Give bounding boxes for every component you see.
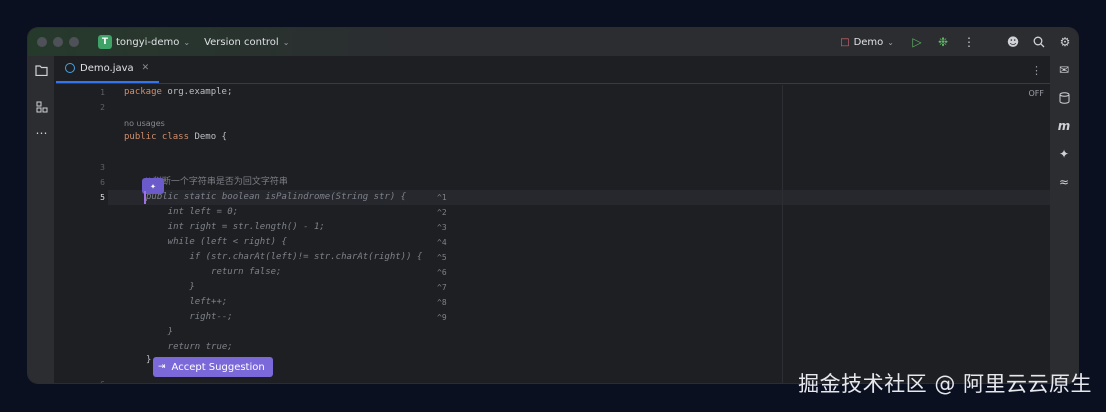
- tab-key-icon: ⇥: [158, 362, 166, 372]
- line-number: 2: [100, 103, 105, 112]
- chevron-down-icon[interactable]: ⌄: [183, 38, 190, 47]
- suggestion-shortcut: ^6: [437, 268, 447, 277]
- editor-tab-bar: Demo.java ✕ ⋮: [56, 56, 1050, 84]
- settings-gear-icon[interactable]: ⚙: [1052, 28, 1078, 56]
- title-bar: T tongyi-demo ⌄ Version control ⌄ □ Demo…: [28, 28, 1078, 56]
- project-switcher[interactable]: tongyi-demo: [116, 37, 179, 48]
- version-control-menu[interactable]: Version control: [204, 37, 279, 48]
- ide-window: T tongyi-demo ⌄ Version control ⌄ □ Demo…: [28, 28, 1078, 383]
- suggestion-shortcut: ^2: [437, 208, 447, 217]
- profiler-icon[interactable]: ≈: [1056, 174, 1072, 190]
- suggestion-line: return false;: [146, 267, 282, 277]
- run-icon[interactable]: ▷: [904, 28, 930, 56]
- text-caret: [144, 191, 146, 204]
- line-number-active: 5: [100, 193, 105, 202]
- suggestion-line: public static boolean isPalindrome(Strin…: [146, 192, 407, 202]
- suggestion-line: right--;: [146, 312, 233, 322]
- structure-icon[interactable]: [34, 99, 49, 114]
- chevron-down-icon: ⌄: [887, 37, 894, 47]
- accept-suggestion-button[interactable]: ⇥ Accept Suggestion: [153, 357, 273, 377]
- code-line: package org.example;: [124, 87, 233, 97]
- suggestion-line: return true;: [146, 342, 233, 352]
- right-tool-strip: ✉ m ✦ ≈: [1050, 56, 1078, 383]
- project-folder-icon[interactable]: [34, 63, 49, 78]
- suggestion-line: while (left < right) {: [146, 237, 287, 247]
- tab-demo-java[interactable]: Demo.java ✕: [56, 55, 160, 83]
- suggestion-line: int right = str.length() - 1;: [146, 222, 325, 232]
- suggestion-shortcut: ^4: [437, 238, 447, 247]
- run-config-label: Demo: [853, 36, 884, 48]
- close-tab-icon[interactable]: ✕: [142, 63, 150, 73]
- minimize-window-button[interactable]: [53, 37, 63, 47]
- right-margin-guide: [782, 85, 783, 383]
- line-number: 6: [56, 377, 108, 383]
- chevron-down-icon[interactable]: ⌄: [283, 38, 290, 47]
- suggestion-shortcut: ^8: [437, 298, 447, 307]
- suggestion-shortcut: ^3: [437, 223, 447, 232]
- watermark-text: 掘金技术社区 @ 阿里云云原生: [798, 372, 1092, 396]
- suggestion-shortcut: ^9: [437, 313, 447, 322]
- suggestion-shortcut: ^1: [437, 193, 447, 202]
- more-tools-icon[interactable]: ⋯: [34, 125, 49, 140]
- search-icon[interactable]: [1026, 28, 1052, 56]
- window-controls: [37, 37, 79, 47]
- code-comment: // 判断一个字符串是否为回文字符串: [144, 177, 288, 187]
- code-editor[interactable]: OFF 1 2 3 6 5 6 7 package org.example; n…: [56, 85, 1050, 383]
- suggestion-shortcut: ^5: [437, 253, 447, 262]
- database-icon[interactable]: [1056, 90, 1072, 106]
- suggestion-line: int left = 0;: [146, 207, 239, 217]
- more-actions-icon[interactable]: ⋮: [956, 28, 982, 56]
- suggestion-line: }: [146, 282, 195, 292]
- suggestion-shortcut: ^7: [437, 283, 447, 292]
- close-window-button[interactable]: [37, 37, 47, 47]
- notifications-bell-icon[interactable]: ✉: [1056, 62, 1072, 78]
- suggestion-line: }: [146, 327, 174, 337]
- add-user-icon[interactable]: ☻: [1000, 28, 1026, 56]
- line-number: 1: [100, 88, 105, 97]
- suggestion-line: if (str.charAt(left)!= str.charAt(right)…: [146, 252, 423, 262]
- tab-options-icon[interactable]: ⋮: [1031, 56, 1042, 84]
- accept-suggestion-label: Accept Suggestion: [171, 361, 265, 373]
- code-line: }: [146, 355, 152, 365]
- inline-hint-status[interactable]: OFF: [1029, 89, 1045, 98]
- maximize-window-button[interactable]: [69, 37, 79, 47]
- toolbar-right: □ Demo ⌄ ▷ ❉ ⋮ ☻ ⚙: [840, 28, 1078, 56]
- run-config-selector[interactable]: □ Demo ⌄: [840, 37, 894, 48]
- left-tool-strip: ⋯: [28, 56, 55, 383]
- java-class-icon: [65, 63, 75, 73]
- debug-icon[interactable]: ❉: [930, 28, 956, 56]
- code-line: public class Demo {: [124, 132, 227, 142]
- line-number: 3: [100, 163, 105, 172]
- run-config-icon: □: [840, 36, 850, 48]
- ai-assistant-icon[interactable]: ✦: [1056, 146, 1072, 162]
- suggestion-line: left++;: [146, 297, 228, 307]
- usages-hint[interactable]: no usages: [124, 116, 165, 131]
- line-number: 6: [100, 178, 105, 187]
- maven-icon[interactable]: m: [1056, 118, 1072, 134]
- tab-label: Demo.java: [80, 62, 134, 74]
- project-badge: T: [98, 35, 112, 49]
